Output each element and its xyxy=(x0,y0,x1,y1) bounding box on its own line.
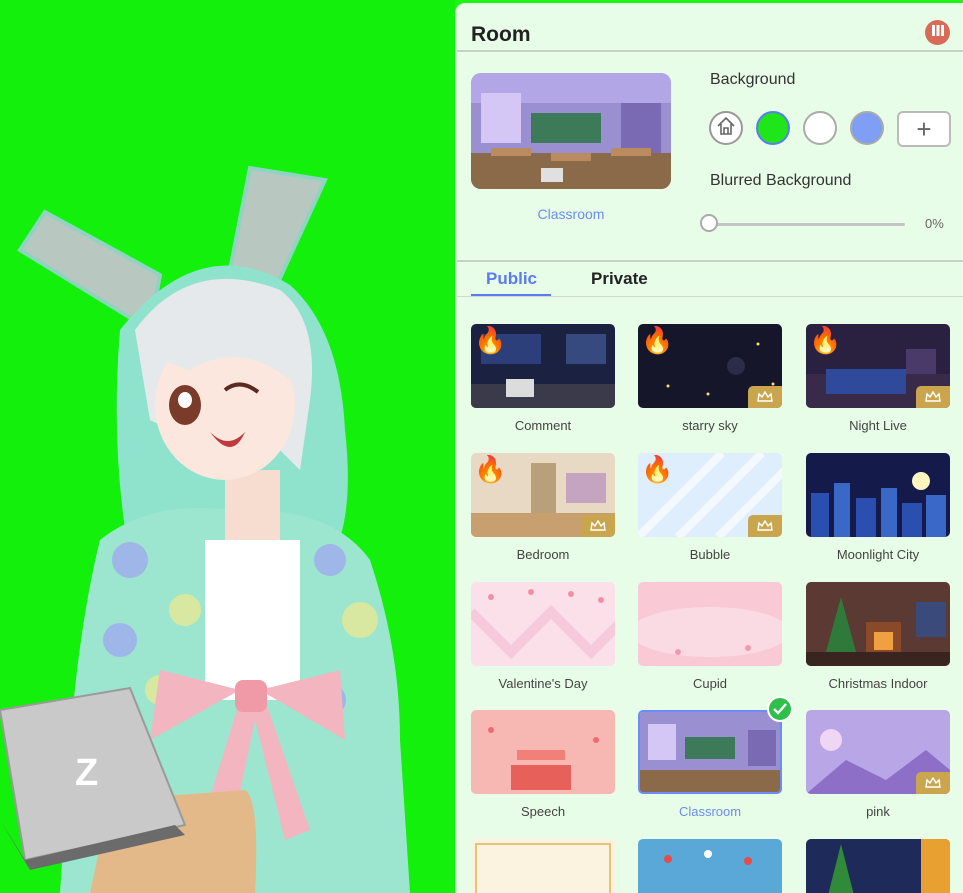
fire-icon: 🔥 xyxy=(641,325,674,355)
room-thumb xyxy=(806,710,950,794)
fire-icon: 🔥 xyxy=(641,454,674,484)
room-thumb xyxy=(638,839,782,893)
swatch-blue[interactable] xyxy=(850,111,884,145)
room-label: Bedroom xyxy=(516,547,570,562)
add-background-button[interactable]: + xyxy=(897,111,951,147)
room-tile-partial-2[interactable] xyxy=(638,839,782,893)
room-thumb: 🔥 xyxy=(638,453,782,537)
room-label: Moonlight City xyxy=(836,547,920,562)
room-tile-partial-1[interactable] xyxy=(471,839,615,893)
room-tile-partial-3[interactable] xyxy=(806,839,950,893)
room-tile-cupid[interactable]: Cupid xyxy=(638,582,782,691)
room-thumb: 🔥 xyxy=(638,324,782,408)
header-divider xyxy=(457,50,963,52)
avatar-figure: Z xyxy=(0,165,410,893)
vip-crown-icon xyxy=(748,386,782,408)
tab-private[interactable]: Private xyxy=(591,269,648,289)
room-tile-classroom[interactable]: Classroom xyxy=(638,696,793,819)
room-label: pink xyxy=(866,804,890,819)
room-tile-christmas-indoor[interactable]: Christmas Indoor xyxy=(806,582,950,691)
room-panel: Room Classroom Background + Blurred Back… xyxy=(455,3,963,893)
current-room-preview xyxy=(471,73,671,189)
room-thumb xyxy=(806,453,950,537)
tabs-divider xyxy=(457,296,963,297)
room-label: Classroom xyxy=(678,804,742,819)
room-label: starry sky xyxy=(682,418,738,433)
room-label: Comment xyxy=(514,418,572,433)
room-label: Valentine's Day xyxy=(498,676,588,691)
room-thumb xyxy=(806,839,950,893)
vip-crown-icon xyxy=(748,515,782,537)
room-tile-comment[interactable]: 🔥 Comment xyxy=(471,324,615,433)
room-thumb: 🔥 xyxy=(806,324,950,408)
room-thumb xyxy=(471,839,615,893)
vip-crown-icon xyxy=(916,772,950,794)
blur-value: 0% xyxy=(925,216,944,231)
room-tile-starry-sky[interactable]: 🔥 starry sky xyxy=(638,324,782,433)
vip-crown-icon xyxy=(581,515,615,537)
swatch-white[interactable] xyxy=(803,111,837,145)
room-tile-bubble[interactable]: 🔥 Bubble xyxy=(638,453,782,562)
fire-icon: 🔥 xyxy=(474,454,507,484)
room-thumb xyxy=(471,582,615,666)
swatch-home[interactable] xyxy=(709,111,743,145)
laptop-logo: Z xyxy=(75,752,98,794)
fire-icon: 🔥 xyxy=(809,325,842,355)
room-thumb: 🔥 xyxy=(471,324,615,408)
vip-crown-icon xyxy=(916,386,950,408)
swatch-green[interactable] xyxy=(756,111,790,145)
plus-icon: + xyxy=(916,113,932,144)
room-label: Cupid xyxy=(693,676,727,691)
home-icon xyxy=(715,115,737,142)
room-thumb xyxy=(638,582,782,666)
books-icon xyxy=(931,23,945,42)
room-tile-bedroom[interactable]: 🔥 Bedroom xyxy=(471,453,615,562)
room-tile-night-live[interactable]: 🔥 Night Live xyxy=(806,324,950,433)
room-tile-speech[interactable]: Speech xyxy=(471,710,615,819)
room-thumb: 🔥 xyxy=(471,453,615,537)
room-label: Christmas Indoor xyxy=(828,676,928,691)
blur-slider-knob[interactable] xyxy=(700,214,718,232)
settings-divider xyxy=(457,260,963,262)
fire-icon: 🔥 xyxy=(474,325,507,355)
room-label: Bubble xyxy=(689,547,731,562)
room-label: Speech xyxy=(520,804,566,819)
room-label: Night Live xyxy=(849,418,907,433)
room-tile-moonlight-city[interactable]: Moonlight City xyxy=(806,453,950,562)
current-room-label: Classroom xyxy=(537,206,605,222)
room-tile-pink[interactable]: pink xyxy=(806,710,950,819)
tab-public[interactable]: Public xyxy=(486,269,537,289)
room-thumb xyxy=(806,582,950,666)
room-tile-valentines-day[interactable]: Valentine's Day xyxy=(471,582,615,691)
panel-title: Room xyxy=(471,23,531,46)
room-thumb xyxy=(471,710,615,794)
selected-check-icon xyxy=(767,696,793,722)
blur-slider-track[interactable] xyxy=(709,223,905,226)
room-thumb xyxy=(638,710,782,794)
background-label: Background xyxy=(710,71,796,88)
blur-label: Blurred Background xyxy=(710,172,852,189)
library-button[interactable] xyxy=(925,20,950,45)
avatar-stage: Z xyxy=(0,0,455,893)
